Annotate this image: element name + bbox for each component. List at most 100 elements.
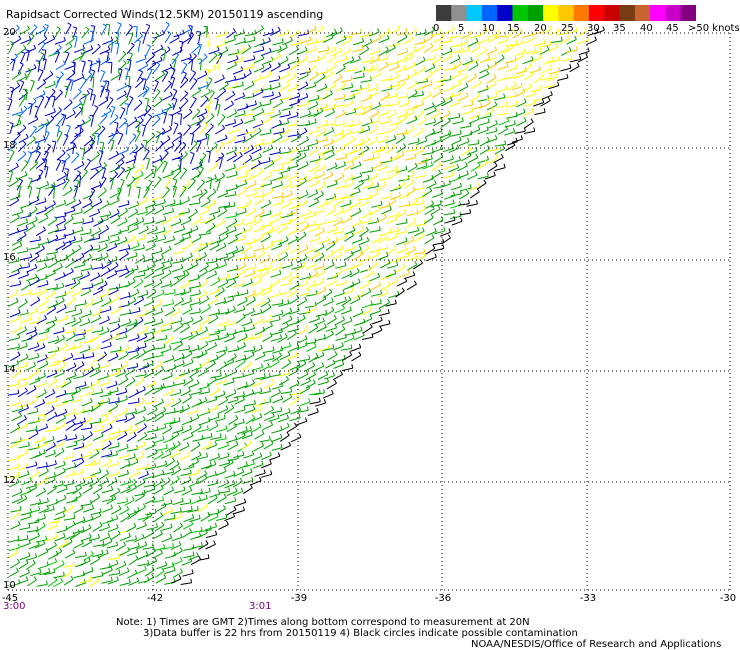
wind-barb-tick xyxy=(341,128,344,133)
wind-barb xyxy=(225,94,236,101)
wind-barb xyxy=(99,437,111,443)
wind-barb xyxy=(97,354,107,362)
wind-barb-tick xyxy=(272,91,274,96)
wind-barb-tick xyxy=(302,314,306,319)
wind-barb-tick xyxy=(494,162,498,167)
wind-barb-tick xyxy=(196,31,201,33)
wind-barb-tick xyxy=(222,124,226,129)
wind-barb-tick xyxy=(402,143,407,147)
wind-barb-tick xyxy=(279,269,282,274)
wind-barb xyxy=(62,179,70,190)
wind-barb xyxy=(218,335,229,341)
wind-barb-tick xyxy=(417,226,420,231)
wind-barb-tick xyxy=(222,505,226,509)
wind-barb xyxy=(305,122,317,126)
wind-barb xyxy=(129,310,141,315)
wind-barb xyxy=(45,324,56,332)
wind-barb-tick xyxy=(331,306,335,311)
wind-barb-tick xyxy=(284,43,288,48)
wind-barb xyxy=(452,120,464,125)
wind-barb xyxy=(208,312,220,317)
wind-barb xyxy=(290,136,302,143)
wind-barb xyxy=(214,329,226,333)
wind-barb-tick xyxy=(26,309,29,314)
wind-barb-tick xyxy=(550,73,552,79)
wind-barb xyxy=(71,154,80,164)
wind-barb-tick xyxy=(212,214,216,219)
wind-barb-tick xyxy=(128,292,131,297)
wind-barb-tick xyxy=(63,361,67,366)
wind-barb-tick xyxy=(387,298,391,303)
wind-barb-tick xyxy=(126,184,131,186)
wind-barb-tick xyxy=(215,161,219,166)
wind-barb-tick xyxy=(37,352,40,358)
wind-barb-tick xyxy=(78,484,82,489)
wind-map-plot xyxy=(7,21,731,591)
wind-barb xyxy=(216,428,228,433)
wind-barb-tick xyxy=(405,128,408,133)
wind-barb xyxy=(35,383,47,388)
wind-barb xyxy=(415,175,427,179)
wind-barb-tick xyxy=(358,278,361,283)
wind-barb-tick xyxy=(278,352,283,356)
wind-barb-tick xyxy=(204,108,208,113)
wind-barb xyxy=(362,326,373,334)
wind-barb-tick xyxy=(189,53,192,58)
wind-barb-tick xyxy=(336,216,339,221)
wind-barb-tick xyxy=(116,450,118,455)
wind-barb xyxy=(126,435,137,442)
wind-barb-tick xyxy=(414,26,417,32)
wind-barb-tick xyxy=(250,468,253,473)
wind-barb xyxy=(52,96,56,108)
wind-barb xyxy=(65,113,76,120)
wind-barb-tick xyxy=(159,299,163,304)
wind-barb-tick xyxy=(28,262,30,267)
wind-barb-tick xyxy=(242,506,245,511)
wind-barb-tick xyxy=(198,215,203,220)
wind-barb-tick xyxy=(495,127,498,132)
wind-barb xyxy=(179,100,189,109)
wind-barb xyxy=(225,215,237,219)
wind-barb xyxy=(353,153,364,161)
wind-barb-tick xyxy=(161,127,166,132)
wind-barb-tick xyxy=(432,102,435,107)
wind-barb-tick xyxy=(180,152,183,157)
wind-barb xyxy=(448,147,459,154)
wind-barb-tick xyxy=(360,326,363,331)
wind-barb xyxy=(74,130,84,138)
wind-barb xyxy=(478,73,489,80)
wind-barb-tick xyxy=(110,334,113,339)
wind-barb-tick xyxy=(316,408,319,413)
wind-barb-tick xyxy=(515,63,518,68)
wind-barb xyxy=(254,433,265,440)
wind-barb-tick xyxy=(73,327,76,332)
wind-barb-tick xyxy=(408,200,411,205)
wind-barb-tick xyxy=(199,398,202,403)
wind-barb-tick xyxy=(432,63,436,68)
wind-barb-tick xyxy=(377,272,381,277)
wind-barb xyxy=(34,248,45,255)
wind-barb-tick xyxy=(358,351,362,356)
wind-barb-tick xyxy=(465,162,468,167)
wind-barb xyxy=(161,502,173,506)
wind-barb xyxy=(349,92,361,97)
wind-barb-tick xyxy=(205,326,209,331)
wind-barb-tick xyxy=(91,134,96,137)
wind-barb-tick xyxy=(453,216,456,221)
wind-barb xyxy=(153,473,165,478)
wind-barb xyxy=(115,268,127,272)
wind-barb xyxy=(272,398,283,404)
wind-barb-tick xyxy=(181,296,185,301)
wind-barb-tick xyxy=(91,387,95,392)
wind-barb xyxy=(137,199,148,207)
wind-barb-tick xyxy=(101,167,106,169)
wind-barb-tick xyxy=(269,209,272,215)
wind-barb xyxy=(153,488,164,495)
wind-barb xyxy=(21,480,32,486)
wind-barb-tick xyxy=(152,261,156,267)
wind-barb-tick xyxy=(167,477,171,481)
wind-barb-tick xyxy=(163,406,167,411)
wind-barb xyxy=(361,59,373,64)
wind-barb xyxy=(245,299,256,307)
wind-barb-tick xyxy=(162,496,164,501)
